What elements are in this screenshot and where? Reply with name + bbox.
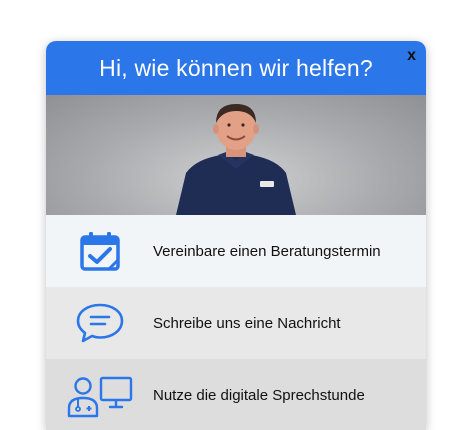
- option-video-icon-wrap: [46, 374, 153, 418]
- widget-header: Hi, wie können wir helfen? x: [46, 41, 426, 95]
- option-appointment-label: Vereinbare einen Beratungstermin: [153, 242, 381, 260]
- close-button[interactable]: x: [407, 48, 416, 64]
- widget-title: Hi, wie können wir helfen?: [99, 54, 373, 81]
- option-message-label: Schreibe uns eine Nachricht: [153, 314, 341, 332]
- calendar-check-icon: [79, 232, 120, 271]
- option-message[interactable]: Schreibe uns eine Nachricht: [46, 287, 426, 359]
- advisor-image: [176, 104, 296, 215]
- option-video-label: Nutze die digitale Sprechstunde: [153, 387, 365, 404]
- video-consultation-icon: [67, 376, 132, 417]
- chat-bubble-icon: [76, 303, 123, 343]
- option-appointment-icon-wrap: [46, 230, 153, 272]
- option-message-icon-wrap: [46, 302, 153, 344]
- option-video-consultation[interactable]: Nutze die digitale Sprechstunde: [46, 359, 426, 430]
- help-widget: Hi, wie können wir helfen? x Vereinbare …: [46, 41, 426, 430]
- option-appointment[interactable]: Vereinbare einen Beratungstermin: [46, 215, 426, 287]
- advisor-photo: [46, 95, 426, 215]
